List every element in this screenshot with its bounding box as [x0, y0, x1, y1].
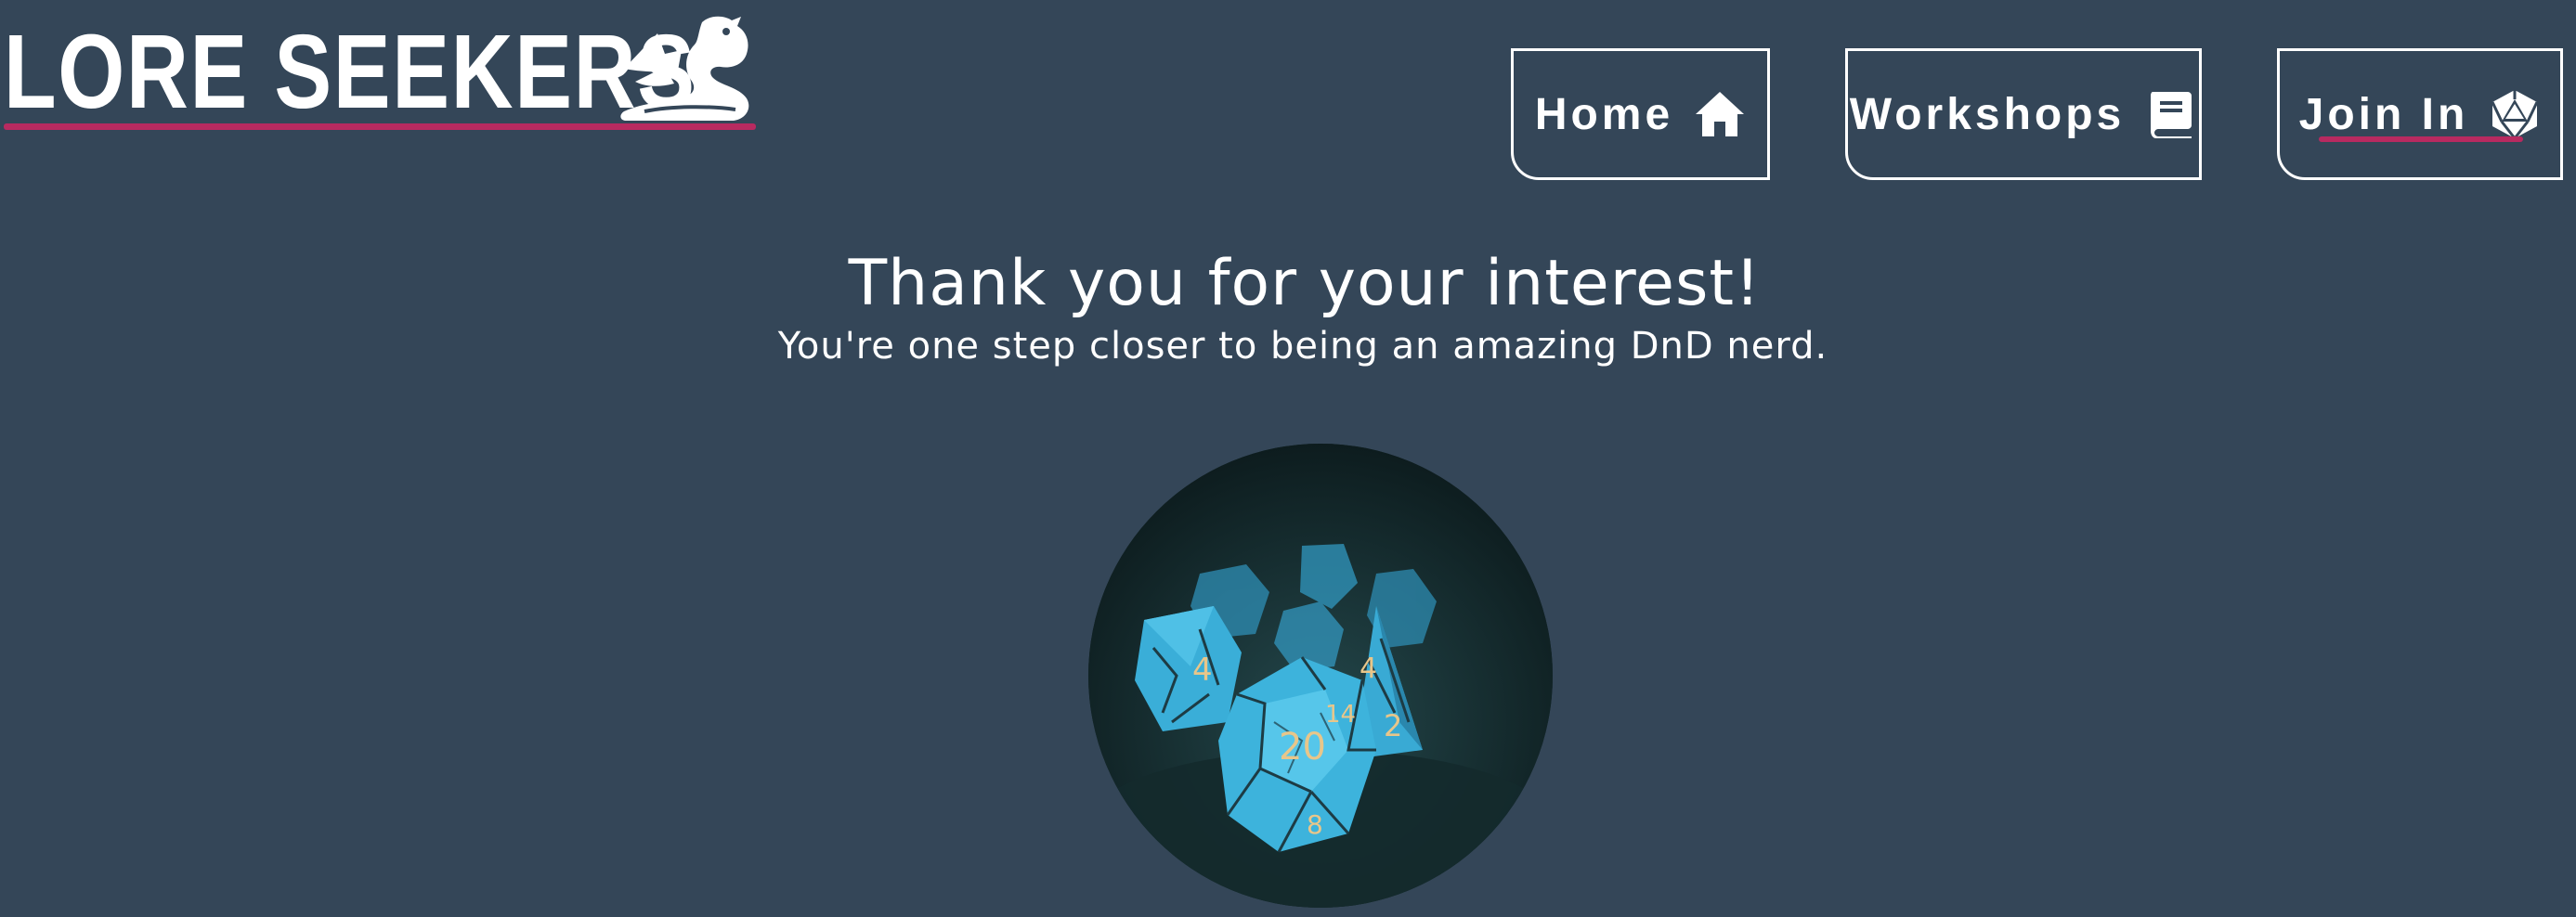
page-title: Thank you for your interest!	[848, 247, 1762, 320]
page-subtitle: You're one step closer to being an amazi…	[777, 325, 1828, 368]
nav-home-button[interactable]: Home	[1511, 48, 1770, 180]
page: LORE SEEKERS Home Workshops Join In Than…	[0, 0, 2576, 917]
book-icon	[2151, 92, 2192, 138]
die-number: 20	[1279, 726, 1326, 768]
dragon-icon	[620, 16, 749, 121]
nav-workshops-button[interactable]: Workshops	[1845, 48, 2202, 180]
dice-photo: 4 2 4 20 14 8	[1088, 444, 1553, 908]
die-number: 8	[1307, 809, 1323, 840]
nav-home-label: Home	[1534, 89, 1674, 139]
dice-illustration: 4 2 4 20 14 8	[1088, 444, 1553, 908]
die-number: 2	[1384, 708, 1402, 743]
die-number: 14	[1325, 701, 1356, 729]
logo-underline	[4, 123, 756, 130]
die-number: 4	[1360, 652, 1377, 685]
logo-text: LORE SEEKERS	[4, 13, 696, 130]
nav-workshops-label: Workshops	[1849, 89, 2126, 139]
die-number: 4	[1192, 652, 1213, 689]
house-icon	[1696, 92, 1745, 136]
nav-join-label: Join In	[2298, 89, 2469, 139]
nav-join-button[interactable]: Join In	[2277, 48, 2563, 180]
d20-icon	[2491, 90, 2539, 139]
site-logo[interactable]: LORE SEEKERS	[4, 11, 756, 132]
active-nav-underline	[2319, 136, 2523, 142]
